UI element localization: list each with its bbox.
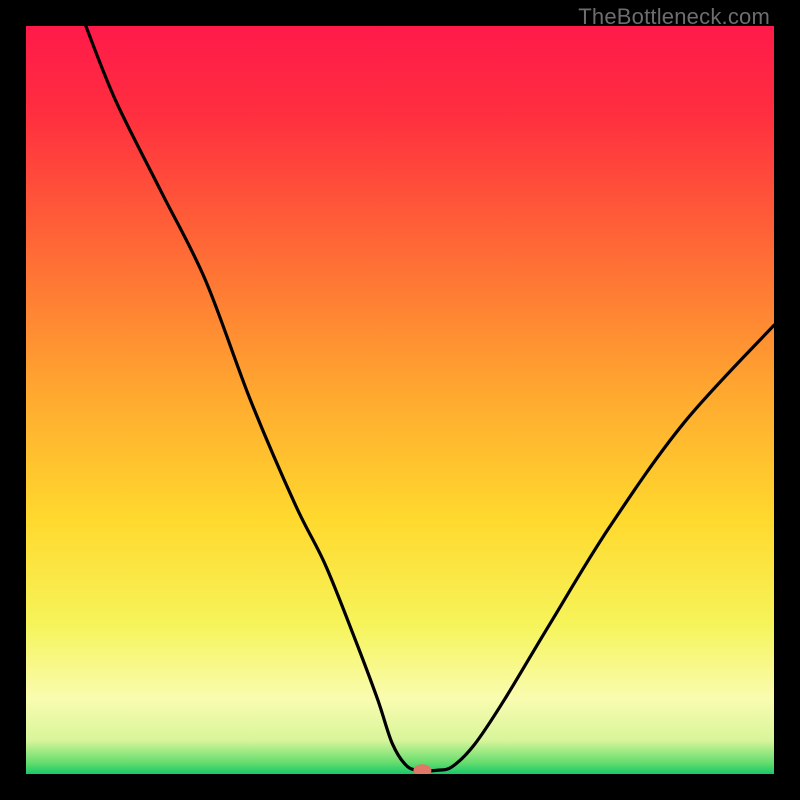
bottleneck-chart [26, 26, 774, 774]
plot-area [26, 26, 774, 774]
gradient-background [26, 26, 774, 774]
chart-frame [26, 26, 774, 774]
